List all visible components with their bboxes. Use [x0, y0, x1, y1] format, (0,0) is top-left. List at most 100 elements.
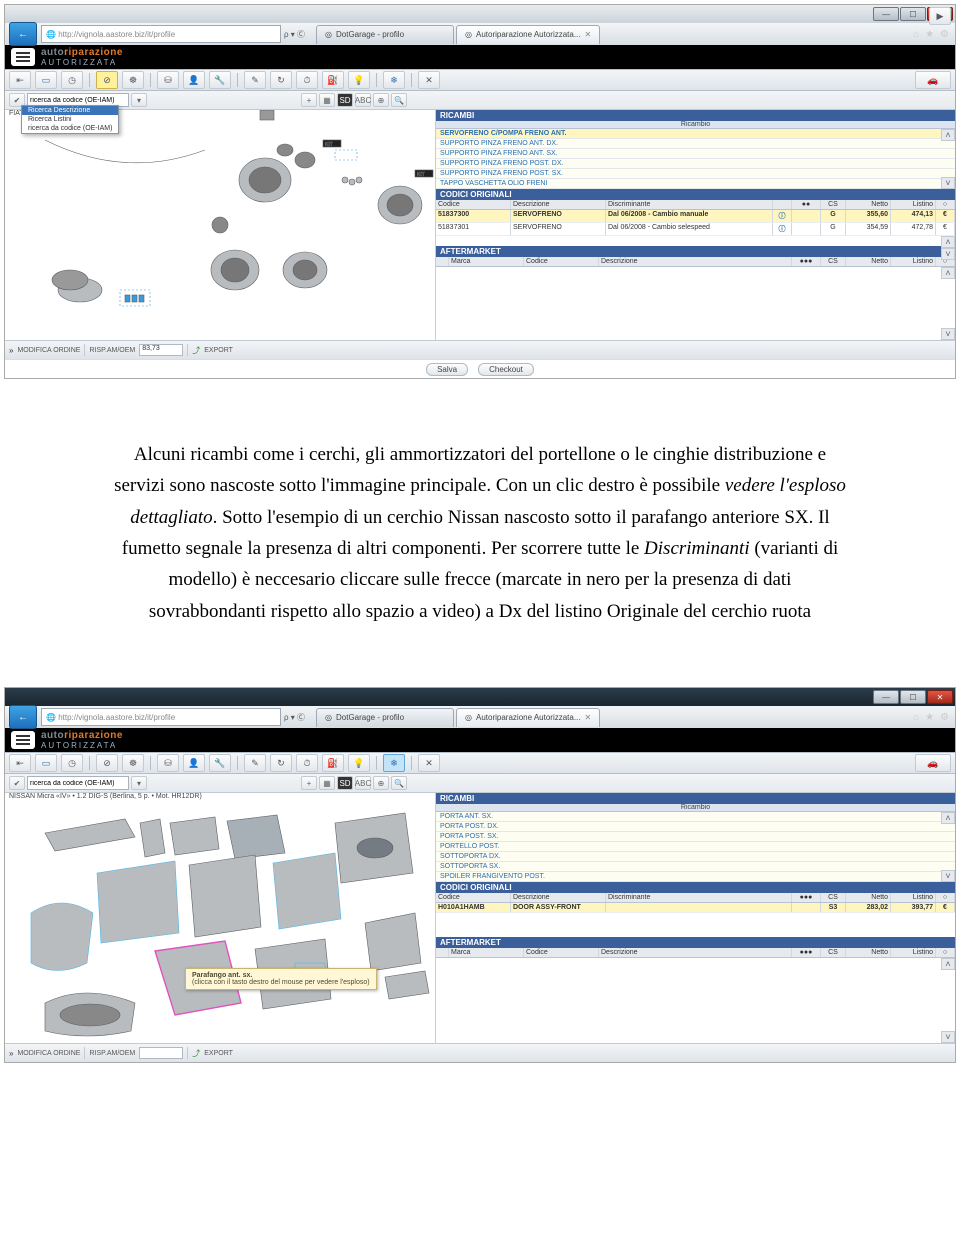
scroll-up-icon[interactable]: ˄ [941, 958, 955, 970]
cross-wrench-icon[interactable]: ✕ [418, 754, 440, 772]
checkout-button[interactable]: Checkout [478, 363, 534, 376]
ricambi-row[interactable]: SOTTOPORTA DX. [436, 852, 955, 862]
steering-icon[interactable]: ⊘ [96, 754, 118, 772]
dropdown-item[interactable]: Ricerca Descrizione [22, 106, 118, 115]
exploded-view[interactable]: FIAT ... 5 p. - Mot. 198A2000) KIT KIT [5, 110, 436, 340]
salva-button[interactable]: Salva [426, 363, 468, 376]
modifica-button[interactable]: MODIFICA ORDINE [17, 1050, 80, 1057]
dropdown-item[interactable]: Ricerca Listini [22, 115, 118, 124]
abc-icon[interactable]: ABC [355, 93, 371, 107]
tab-close-icon[interactable]: ✕ [585, 30, 592, 39]
ricambi-row[interactable]: SOTTOPORTA SX. [436, 862, 955, 872]
ricambi-row[interactable]: TAPPO VASCHETTA OLIO FRENI [436, 179, 955, 189]
zoom-in-icon[interactable]: + [301, 776, 317, 790]
tab-dotgarage[interactable]: ◎DotGarage - profilo [316, 708, 454, 727]
tool-icon[interactable]: ⇤ [9, 71, 31, 89]
wrench-icon[interactable]: 🔧 [209, 71, 231, 89]
tool-icon[interactable]: ▭ [35, 71, 57, 89]
ricambi-row[interactable]: PORTA POST. DX. [436, 822, 955, 832]
steering-icon[interactable]: ⊘ [96, 71, 118, 89]
back-button[interactable]: ← [9, 22, 37, 46]
ricambi-row[interactable]: SERVOFRENO C/POMPA FRENO ANT. [436, 129, 955, 139]
next-icon[interactable]: ▶ [929, 7, 951, 25]
gear-icon[interactable]: ⚙ [940, 712, 949, 723]
export-button[interactable]: EXPORT [204, 347, 233, 354]
star-icon[interactable]: ★ [925, 712, 934, 723]
gauge-icon[interactable]: ◷ [61, 71, 83, 89]
exploded-view[interactable]: NISSAN Micra «IV» • 1.2 DIG-S (Berlina, … [5, 793, 436, 1043]
scroll-down-icon[interactable]: ˅ [941, 870, 955, 882]
scroll-down-icon[interactable]: ˅ [941, 328, 955, 340]
cross-wrench-icon[interactable]: ✕ [418, 71, 440, 89]
refresh-icon[interactable]: ↻ [270, 71, 292, 89]
url-controls[interactable]: ρ ▾ Ⓒ [281, 712, 308, 723]
person-icon[interactable]: 👤 [183, 754, 205, 772]
ie-right-controls[interactable]: ⌂ ★ ⚙ [907, 712, 955, 723]
search-icon[interactable]: 🔍 [391, 93, 407, 107]
gear-icon[interactable]: ⚙ [940, 29, 949, 40]
ricambi-row[interactable]: SUPPORTO PINZA FRENO ANT. DX. [436, 139, 955, 149]
scroll-up-icon[interactable]: ˄ [941, 236, 955, 248]
url-field[interactable]: 🌐 http://vignola.aastore.biz/it/profile [41, 708, 281, 726]
tab-autoriparazione[interactable]: ◎Autoriparazione Autorizzata...✕ [456, 25, 600, 44]
ricambi-row[interactable]: SUPPORTO PINZA FRENO POST. SX. [436, 169, 955, 179]
scroll-up-icon[interactable]: ˄ [941, 267, 955, 279]
car-icon[interactable]: 🚗 [915, 71, 951, 89]
codici-row[interactable]: 51837300SERVOFRENODal 06/2008 - Cambio m… [436, 210, 955, 223]
url-controls[interactable]: ρ ▾ Ⓒ [281, 29, 308, 40]
dropdown-item[interactable]: ricerca da codice (OE-IAM) [22, 124, 118, 133]
hamburger-button[interactable] [11, 48, 35, 66]
pencil-icon[interactable]: ✎ [244, 71, 266, 89]
info-icon[interactable]: ⓘ [773, 210, 792, 222]
refresh-icon[interactable]: ↻ [270, 754, 292, 772]
expand-icon[interactable]: ○ [936, 893, 955, 902]
tab-dotgarage[interactable]: ◎DotGarage - profilo [316, 25, 454, 44]
grid-icon[interactable]: ▦ [319, 776, 335, 790]
ricambi-row[interactable]: SUPPORTO PINZA FRENO ANT. SX. [436, 149, 955, 159]
ricambi-row[interactable]: SPOILER FRANGIVENTO POST. [436, 872, 955, 882]
ricambi-row[interactable]: SUPPORTO PINZA FRENO POST. DX. [436, 159, 955, 169]
grid-icon[interactable]: ▦ [319, 93, 335, 107]
tool-icon[interactable]: ▭ [35, 754, 57, 772]
codici-row[interactable]: 51837301SERVOFRENODal 06/2008 - Cambio s… [436, 223, 955, 236]
back-button[interactable]: ← [9, 705, 37, 729]
star-icon[interactable]: ★ [925, 29, 934, 40]
sd-icon[interactable]: SD [337, 776, 353, 790]
info-icon[interactable]: ⓘ [773, 223, 792, 235]
close-button[interactable]: ✕ [927, 690, 953, 704]
maximize-button[interactable]: ☐ [900, 7, 926, 21]
maximize-button[interactable]: ☐ [900, 690, 926, 704]
target-icon[interactable]: ⊕ [373, 93, 389, 107]
home-icon[interactable]: ⌂ [913, 712, 919, 723]
wheel-icon[interactable]: ☸ [122, 71, 144, 89]
canister-icon[interactable]: ⛽ [322, 754, 344, 772]
search-icon[interactable]: 🔍 [391, 776, 407, 790]
ricambi-row[interactable]: PORTELLO POST. [436, 842, 955, 852]
scroll-up-icon[interactable]: ˄ [941, 812, 955, 824]
minimize-button[interactable]: — [873, 690, 899, 704]
snow-icon[interactable]: ❄ [383, 71, 405, 89]
wheel-icon[interactable]: ☸ [122, 754, 144, 772]
car-icon[interactable]: 🚗 [915, 754, 951, 772]
tab-close-icon[interactable]: ✕ [585, 713, 592, 722]
canister-icon[interactable]: ⛽ [322, 71, 344, 89]
sd-icon[interactable]: SD [337, 93, 353, 107]
zoom-in-icon[interactable]: + [301, 93, 317, 107]
bulb-icon[interactable]: 💡 [348, 71, 370, 89]
search-dropdown[interactable]: Ricerca Descrizione Ricerca Listini rice… [21, 105, 119, 134]
codici-row[interactable]: H010A1HAMBDOOR ASSY-FRONTS3283,02393,77€ [436, 903, 955, 913]
home-icon[interactable]: ⌂ [913, 29, 919, 40]
ricambi-row[interactable]: PORTA POST. SX. [436, 832, 955, 842]
bulb-icon[interactable]: 💡 [348, 754, 370, 772]
minimize-button[interactable]: — [873, 7, 899, 21]
tab-autoriparazione[interactable]: ◎Autoriparazione Autorizzata...✕ [456, 708, 600, 727]
lamp-icon[interactable]: ⛁ [157, 754, 179, 772]
target-icon[interactable]: ⊕ [373, 776, 389, 790]
scroll-down-icon[interactable]: ˅ [941, 1031, 955, 1043]
ie-right-controls[interactable]: ⌂ ★ ⚙ [907, 29, 955, 40]
ricambi-row[interactable]: PORTA ANT. SX. [436, 812, 955, 822]
scroll-down-icon[interactable]: ˅ [941, 177, 955, 189]
search-mode-select[interactable] [27, 776, 129, 790]
clock-icon[interactable]: ⏱ [296, 754, 318, 772]
url-field[interactable]: 🌐 http://vignola.aastore.biz/it/profile [41, 25, 281, 43]
